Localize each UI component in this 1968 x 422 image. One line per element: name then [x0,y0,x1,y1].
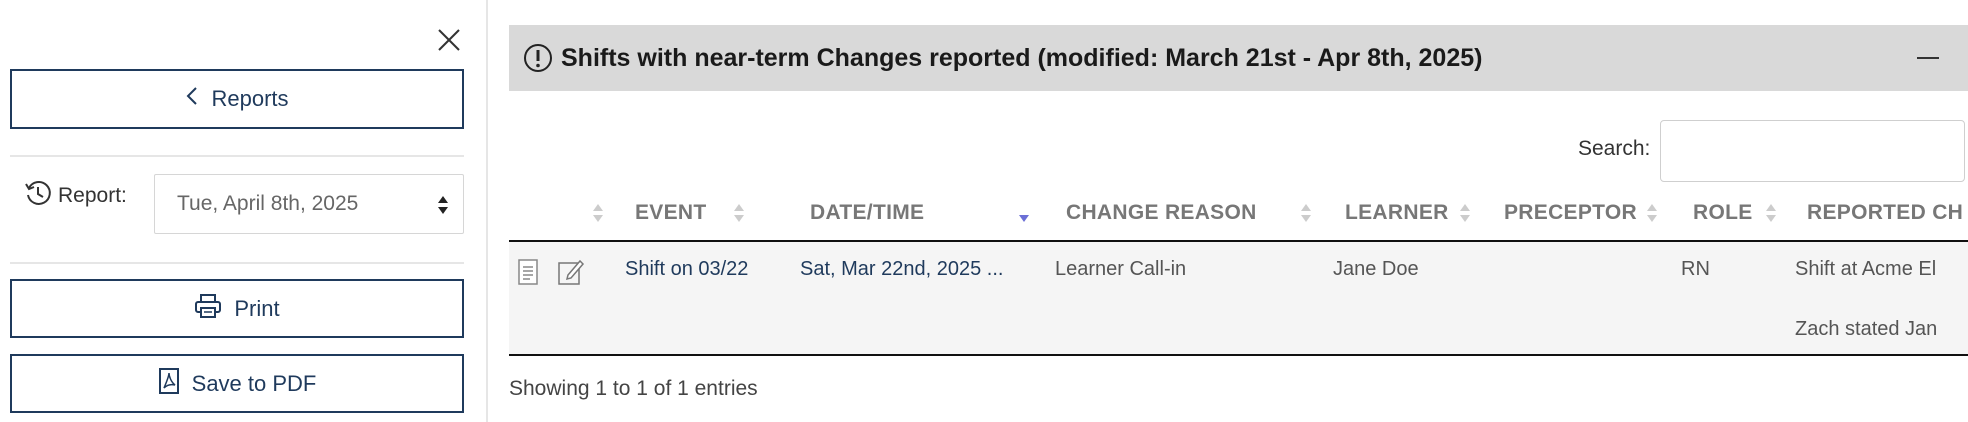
sort-icon [1459,200,1471,226]
report-date-value: Tue, April 8th, 2025 [177,192,359,215]
save-pdf-button-label: Save to PDF [191,370,317,396]
table-row[interactable]: Shift on 03/22 Sat, Mar 22nd, 2025 ... L… [509,242,1968,356]
table-info: Showing 1 to 1 of 1 entries [509,377,758,400]
chevron-left-icon [185,85,199,113]
sort-icon [733,200,745,226]
column-header-reported-changes[interactable]: REPORTED CH [1807,186,1968,240]
sidebar-divider [10,262,464,264]
changes-table: EVENT DATE/TIME CHANGE REASON LEARNER PR… [509,186,1968,362]
sidebar-divider [10,155,464,157]
column-header-label: ROLE [1693,201,1753,224]
reports-back-button[interactable]: Reports [10,69,464,129]
sort-icon [592,200,604,226]
learner-cell: Jane Doe [1333,258,1419,280]
alert-circle-icon [523,43,553,73]
report-date-select[interactable]: Tue, April 8th, 2025 [154,174,464,234]
sort-desc-icon [1018,200,1030,226]
sidebar: Reports Report: Tue, April 8th, 2025 Pri… [0,0,488,422]
report-selector-row: Report: Tue, April 8th, 2025 [24,172,464,234]
event-link[interactable]: Shift on 03/22 [625,258,748,281]
close-icon[interactable] [435,26,463,54]
table-header: EVENT DATE/TIME CHANGE REASON LEARNER PR… [509,186,1968,242]
report-label-group: Report: [24,179,154,213]
column-header-label: CHANGE REASON [1066,201,1257,224]
select-caret-icon [437,195,449,215]
column-header-preceptor[interactable]: PRECEPTOR [1504,186,1664,240]
column-header-label: DATE/TIME [810,201,925,224]
print-button[interactable]: Print [10,279,464,338]
column-header-event[interactable]: EVENT [635,186,765,240]
sort-icon [1300,200,1312,226]
column-header-label: PRECEPTOR [1504,201,1638,224]
column-header-role[interactable]: ROLE [1693,186,1783,240]
reported-changes-cell-line2: Zach stated Jan [1795,318,1938,340]
document-icon[interactable] [517,258,539,292]
collapse-icon[interactable] [1917,57,1939,59]
reports-button-label: Reports [211,86,289,111]
column-header-actions[interactable] [509,186,603,240]
reported-changes-cell-line1: Shift at Acme El [1795,258,1937,280]
search-label: Search: [1578,137,1651,160]
panel-header: Shifts with near-term Changes reported (… [509,25,1968,91]
edit-icon[interactable] [557,258,585,292]
datetime-cell: Sat, Mar 22nd, 2025 ... [800,258,1004,280]
column-header-learner[interactable]: LEARNER [1345,186,1475,240]
save-pdf-button[interactable]: Save to PDF [10,354,464,413]
panel-title: Shifts with near-term Changes reported (… [561,43,1483,72]
search-input[interactable] [1660,120,1965,182]
change-reason-cell: Learner Call-in [1055,258,1187,280]
report-label: Report: [58,184,127,207]
column-header-datetime[interactable]: DATE/TIME [810,186,1040,240]
column-header-label: LEARNER [1345,201,1449,224]
column-header-label: REPORTED CH [1807,201,1964,224]
role-cell: RN [1681,258,1710,280]
sort-icon [1646,200,1658,226]
column-header-change-reason[interactable]: CHANGE REASON [1066,186,1326,240]
sort-icon [1765,200,1777,226]
pdf-file-icon [158,367,180,401]
printer-icon [194,293,222,325]
print-button-label: Print [234,295,280,321]
column-header-label: EVENT [635,201,707,224]
history-icon [24,179,52,213]
app-root: Reports Report: Tue, April 8th, 2025 Pri… [0,0,1968,422]
